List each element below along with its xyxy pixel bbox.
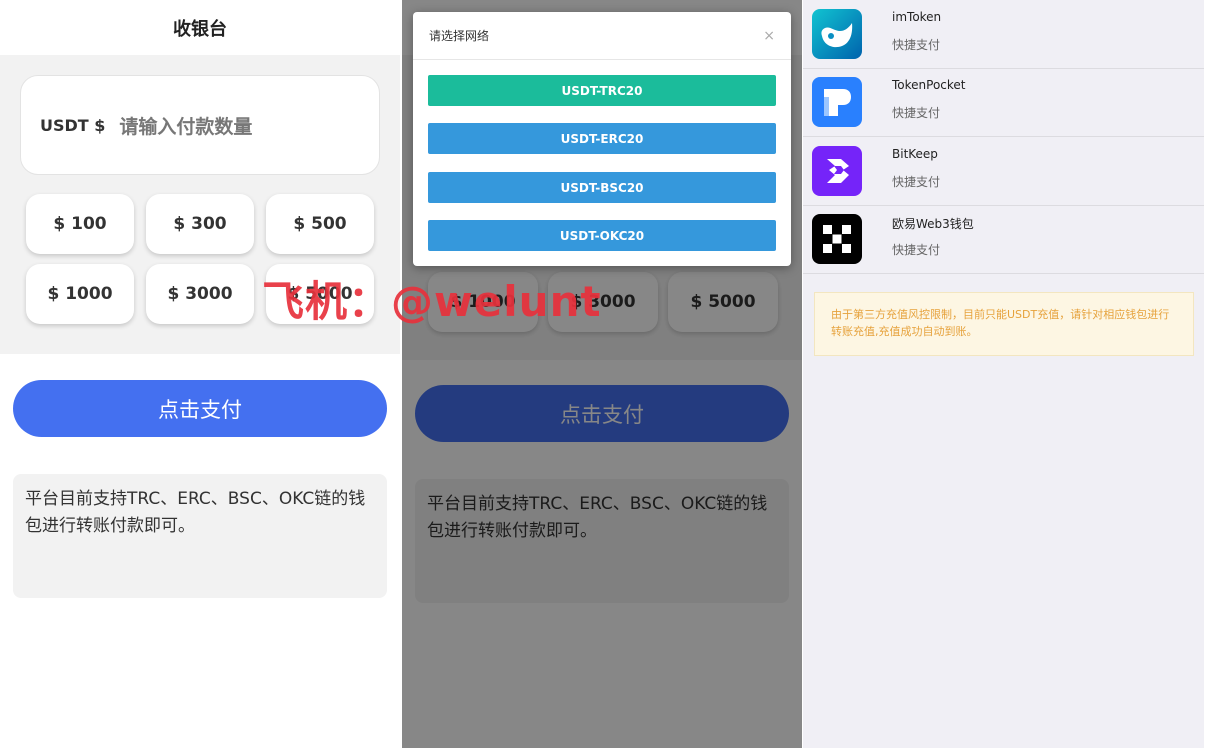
watermark-text: 飞机：@welunt (262, 277, 602, 326)
modal-title: 请选择网络 (429, 29, 490, 43)
network-button-bsc20[interactable]: USDT-BSC20 (428, 172, 776, 203)
tokenpocket-icon (812, 77, 862, 127)
recharge-notice: 由于第三方充值风控限制，目前只能USDT充值，请针对相应钱包进行转账充值,充值成… (814, 292, 1194, 356)
support-note: 平台目前支持TRC、ERC、BSC、OKC链的钱包进行转账付款即可。 (13, 474, 387, 598)
wallet-name: BitKeep (892, 147, 938, 161)
right-edge (1204, 0, 1209, 748)
network-button-okc20[interactable]: USDT-OKC20 (428, 220, 776, 251)
bitkeep-icon (812, 146, 862, 196)
amount-button-3000[interactable]: $ 3000 (146, 264, 254, 324)
amount-button-500[interactable]: $ 500 (266, 194, 374, 254)
wallet-subtitle: 快捷支付 (892, 175, 941, 189)
amount-button-100[interactable]: $ 100 (26, 194, 134, 254)
close-icon[interactable]: × (763, 28, 775, 44)
page-title: 收银台 (173, 18, 227, 40)
cashier-panel: 收银台 USDT $ 请输入付款数量 $ 100 $ 300 $ 500 $ 1… (0, 0, 400, 748)
network-button-erc20[interactable]: USDT-ERC20 (428, 123, 776, 154)
wallet-list-panel: imToken 快捷支付 TokenPocket 快捷支付 BitKeep 快捷… (803, 0, 1204, 748)
modal-header: 请选择网络 × (413, 12, 791, 60)
wallet-item-tokenpocket[interactable]: TokenPocket 快捷支付 (803, 69, 1204, 137)
wallet-item-bitkeep[interactable]: BitKeep 快捷支付 (803, 138, 1204, 206)
wallet-subtitle: 快捷支付 (892, 243, 941, 257)
amount-button-1000[interactable]: $ 1000 (26, 264, 134, 324)
amount-input-card[interactable]: USDT $ 请输入付款数量 (20, 75, 380, 175)
imtoken-icon (812, 9, 862, 59)
wallet-name: 欧易Web3钱包 (892, 217, 974, 231)
wallet-item-okx[interactable]: 欧易Web3钱包 快捷支付 (803, 206, 1204, 274)
network-button-trc20[interactable]: USDT-TRC20 (428, 75, 776, 106)
wallet-name: imToken (892, 10, 942, 24)
amount-input[interactable]: 请输入付款数量 (119, 112, 252, 139)
amount-button-300[interactable]: $ 300 (146, 194, 254, 254)
currency-label: USDT $ (40, 115, 106, 135)
wallet-subtitle: 快捷支付 (892, 106, 941, 120)
network-select-panel: $ 1000 $ 3000 $ 5000 点击支付 平台目前支持TRC、ERC、… (402, 0, 802, 748)
pay-button[interactable]: 点击支付 (13, 380, 387, 437)
okx-icon (812, 214, 862, 264)
screenshot-root: 收银台 USDT $ 请输入付款数量 $ 100 $ 300 $ 500 $ 1… (0, 0, 1209, 748)
wallet-name: TokenPocket (892, 78, 966, 92)
network-modal: 请选择网络 × USDT-TRC20 USDT-ERC20 USDT-BSC20… (413, 12, 791, 266)
wallet-item-imtoken[interactable]: imToken 快捷支付 (803, 1, 1204, 69)
wallet-subtitle: 快捷支付 (892, 38, 941, 52)
